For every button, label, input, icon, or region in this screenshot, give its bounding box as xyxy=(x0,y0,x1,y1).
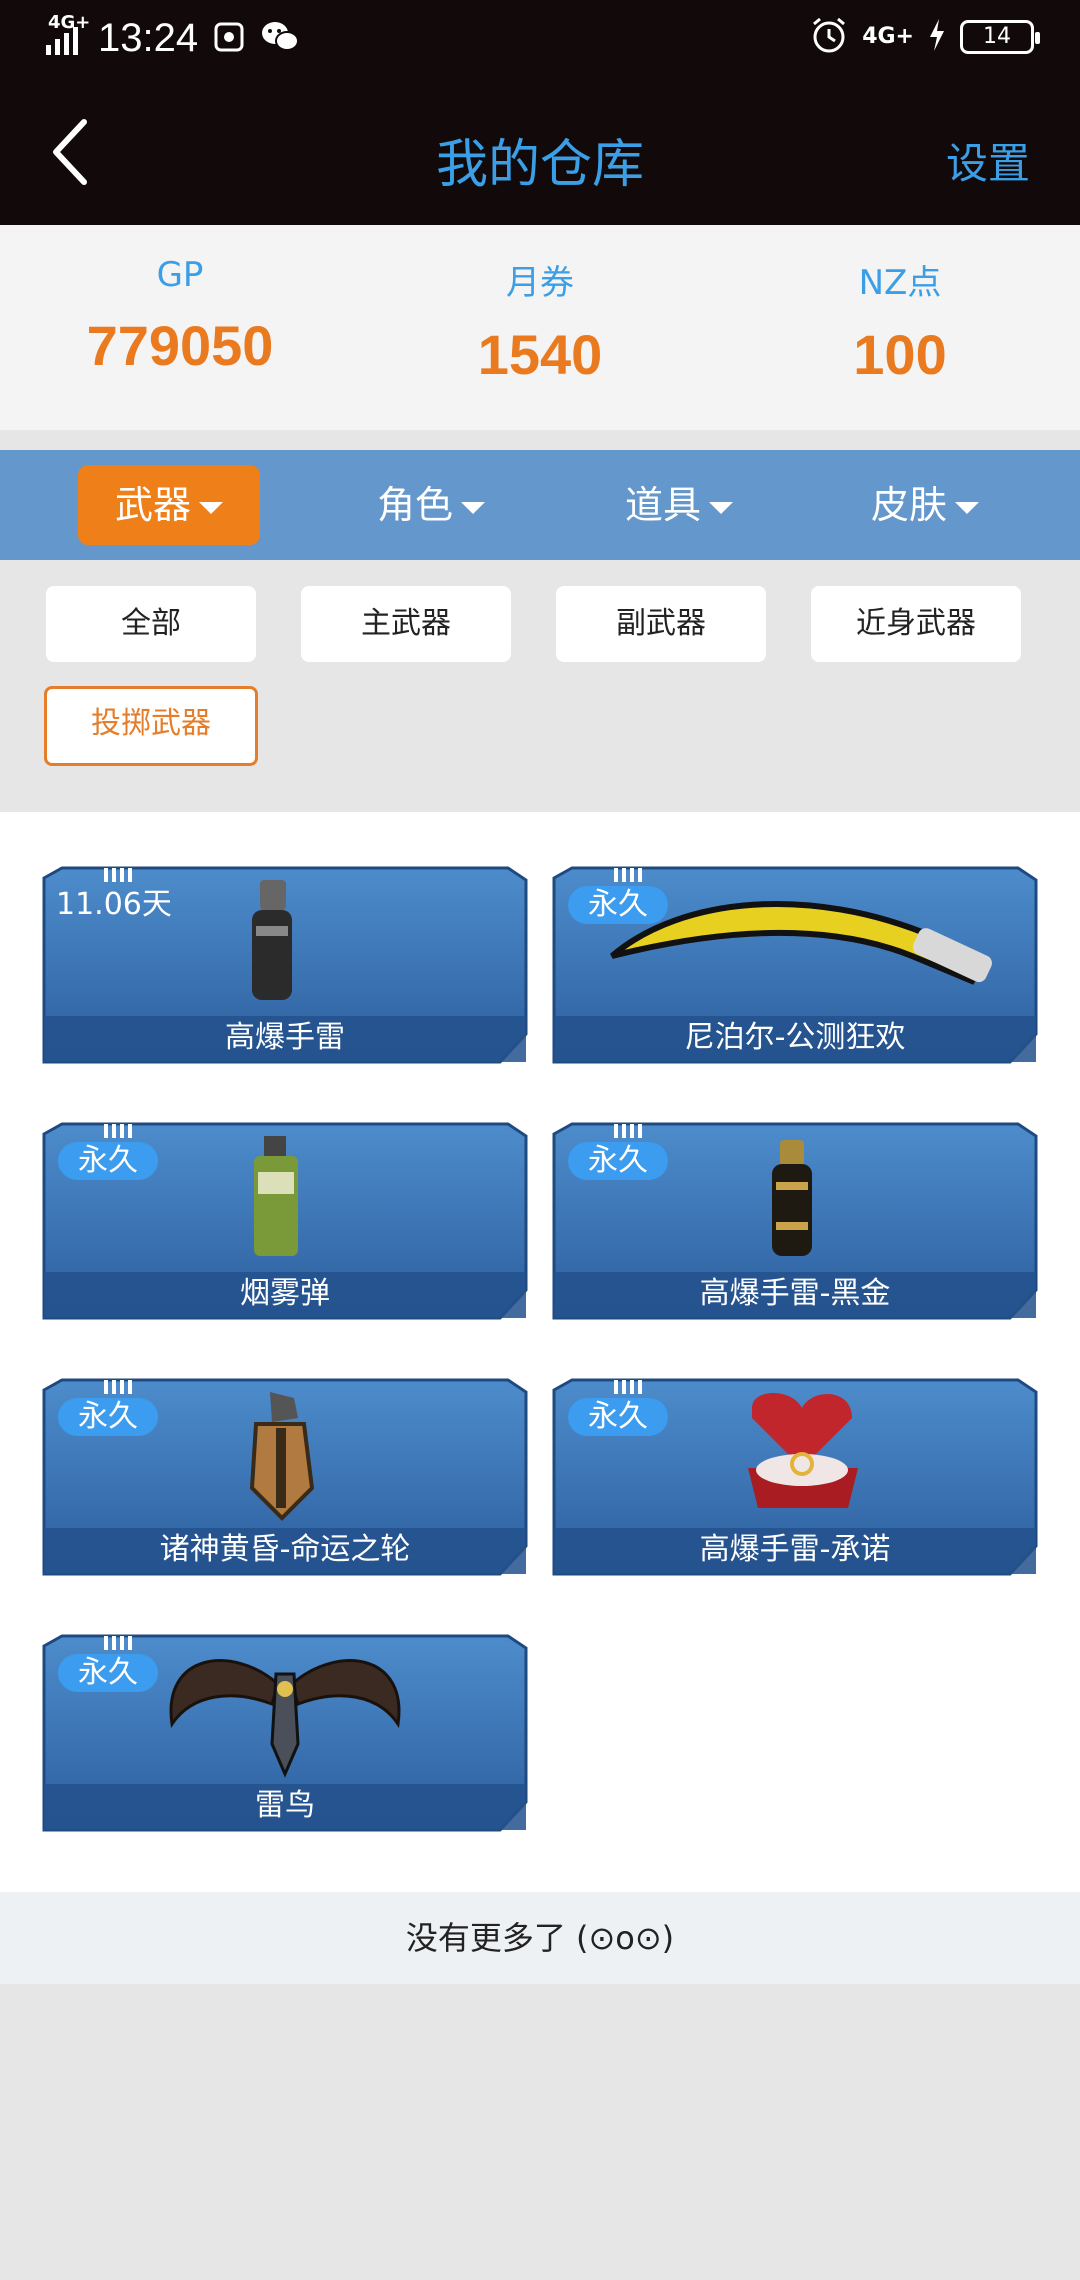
item-card[interactable]: 永久 尼泊尔-公测狂欢 xyxy=(552,866,1038,1064)
currency-gp: GP 779050 xyxy=(0,255,360,378)
item-card[interactable]: 11.06天 高爆手雷 xyxy=(42,866,528,1064)
item-name: 烟雾弹 xyxy=(240,1276,330,1311)
status-bar: 4G+ 13:24 4G+ 14 xyxy=(0,0,1080,80)
currency-nz: NZ点 100 xyxy=(720,255,1080,387)
filter-all[interactable]: 全部 xyxy=(46,586,256,662)
currency-label: GP xyxy=(156,255,204,295)
screenshot-icon xyxy=(212,20,246,58)
item-name: 高爆手雷-黑金 xyxy=(699,1276,891,1311)
tab-label: 武器 xyxy=(114,483,191,527)
currency-summary: GP 779050 月券 1540 NZ点 100 xyxy=(0,225,1080,430)
duration-badge: 永久 xyxy=(568,886,668,924)
caret-down-icon xyxy=(199,501,223,514)
duration-badge: 永久 xyxy=(568,1398,668,1436)
currency-voucher: 月券 1540 xyxy=(360,255,720,387)
filter-primary[interactable]: 主武器 xyxy=(301,586,511,662)
item-grid: 11.06天 高爆手雷 永久 尼泊尔-公测狂欢 永久 烟雾弹 永久 高爆手雷-黑… xyxy=(0,812,1080,1892)
subfilter-panel: 全部 主武器 副武器 近身武器 投掷武器 xyxy=(0,560,1080,812)
currency-label: NZ点 xyxy=(858,263,942,303)
caret-down-icon xyxy=(955,501,979,514)
item-name: 雷鸟 xyxy=(255,1788,315,1823)
tab-label: 道具 xyxy=(624,483,701,527)
back-button[interactable] xyxy=(40,112,110,192)
duration-badge: 永久 xyxy=(58,1654,158,1692)
caret-down-icon xyxy=(461,501,485,514)
currency-value: 1540 xyxy=(477,323,603,386)
currency-label: 月券 xyxy=(506,263,574,303)
item-name: 高爆手雷-承诺 xyxy=(699,1532,891,1567)
item-name: 尼泊尔-公测狂欢 xyxy=(684,1020,906,1055)
tab-props[interactable]: 道具 xyxy=(588,465,770,545)
item-card[interactable]: 永久 烟雾弹 xyxy=(42,1122,528,1320)
currency-value: 779050 xyxy=(86,314,274,377)
tab-weapons[interactable]: 武器 xyxy=(78,465,260,545)
battery-icon: 14 xyxy=(960,20,1040,54)
duration-badge: 11.06天 xyxy=(56,887,172,922)
duration-badge: 永久 xyxy=(58,1398,158,1436)
end-of-list-message: 没有更多了 (⊙o⊙) xyxy=(0,1892,1080,1984)
item-card[interactable]: 永久 诸神黄昏-命运之轮 xyxy=(42,1378,528,1576)
filter-throwable[interactable]: 投掷武器 xyxy=(44,686,258,766)
item-card[interactable]: 永久 雷鸟 xyxy=(42,1634,528,1832)
tab-skins[interactable]: 皮肤 xyxy=(834,465,1016,545)
header: 我的仓库 设置 xyxy=(0,80,1080,225)
tab-label: 角色 xyxy=(376,483,453,527)
wechat-icon xyxy=(260,20,300,58)
network-type-right: 4G+ xyxy=(862,24,914,49)
tab-characters[interactable]: 角色 xyxy=(340,465,522,545)
item-name: 高爆手雷 xyxy=(225,1020,345,1055)
currency-value: 100 xyxy=(853,323,947,386)
alarm-icon xyxy=(810,16,848,58)
page-title: 我的仓库 xyxy=(435,135,644,195)
tab-label: 皮肤 xyxy=(870,483,947,527)
filter-secondary[interactable]: 副武器 xyxy=(556,586,766,662)
duration-badge: 永久 xyxy=(568,1142,668,1180)
filter-melee[interactable]: 近身武器 xyxy=(811,586,1021,662)
settings-button[interactable]: 设置 xyxy=(946,130,1030,191)
charging-icon xyxy=(928,19,946,55)
item-card[interactable]: 永久 高爆手雷-承诺 xyxy=(552,1378,1038,1576)
clock: 13:24 xyxy=(98,16,199,60)
category-tabs: 武器 角色 道具 皮肤 xyxy=(0,450,1080,560)
duration-badge: 永久 xyxy=(58,1142,158,1180)
network-type: 4G+ xyxy=(48,12,91,33)
back-arrow-icon xyxy=(53,119,87,185)
caret-down-icon xyxy=(709,501,733,514)
item-name: 诸神黄昏-命运之轮 xyxy=(159,1532,411,1567)
item-card[interactable]: 永久 高爆手雷-黑金 xyxy=(552,1122,1038,1320)
